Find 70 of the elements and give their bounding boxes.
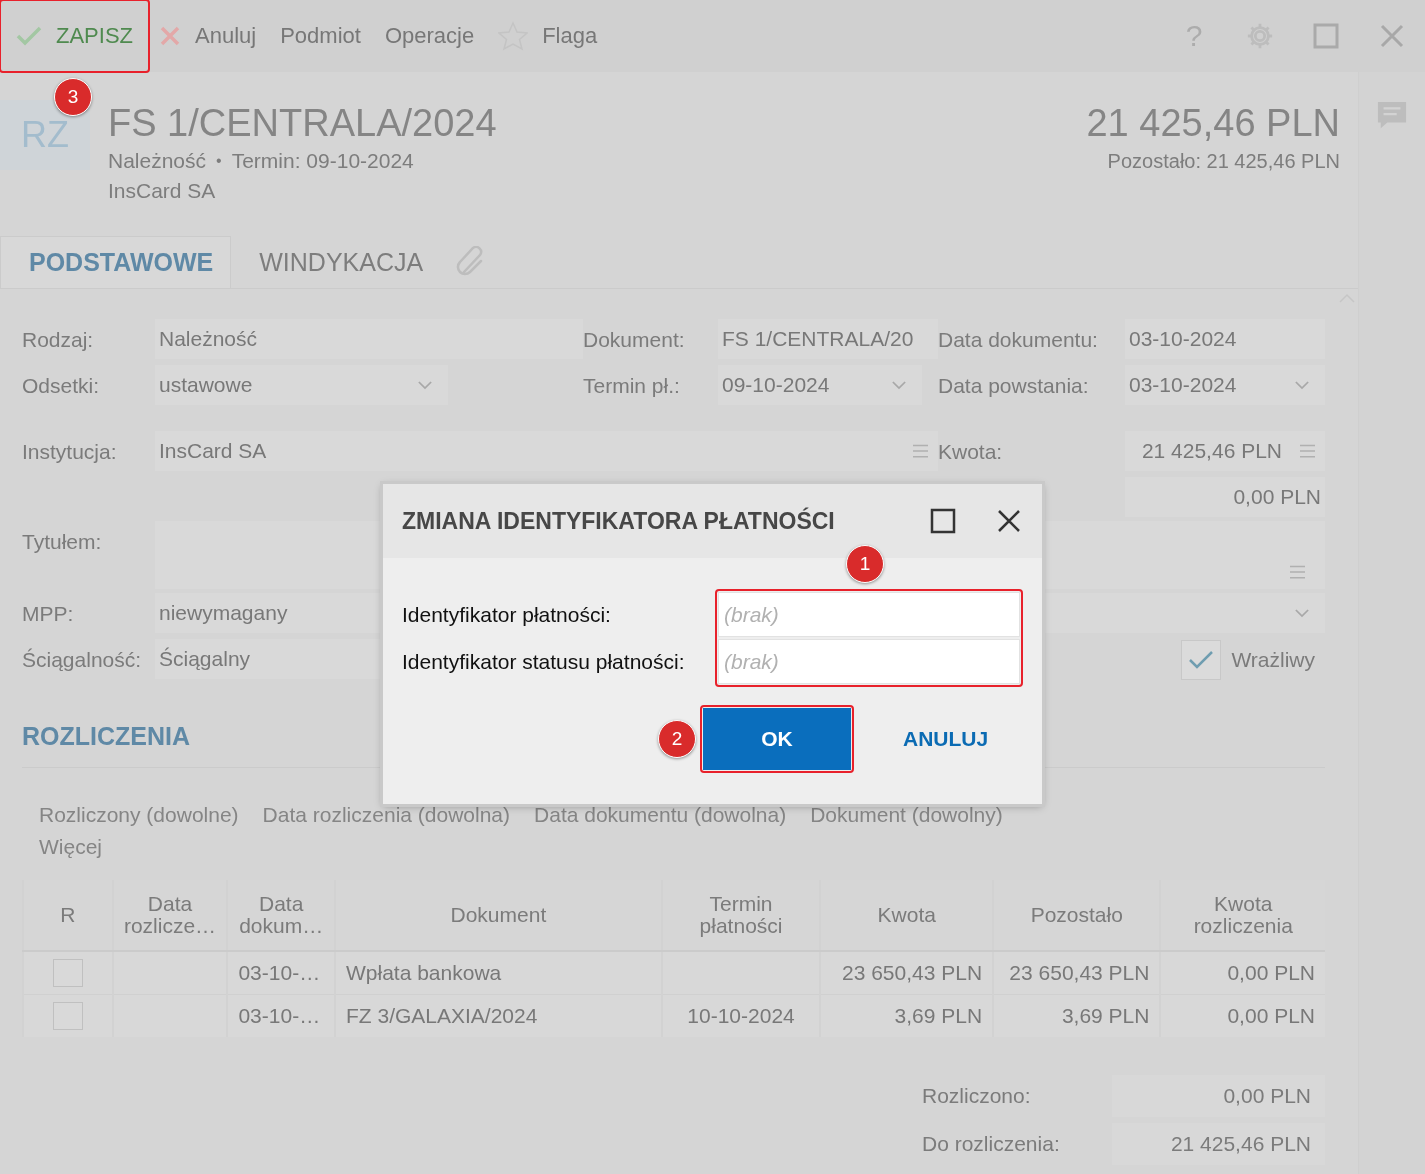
filter-link[interactable]: Data rozliczenia (dowolna): [262, 800, 511, 830]
text-field[interactable]: 03-10-2024: [1125, 319, 1325, 359]
checkbox-label: Wrażliwy: [1231, 648, 1315, 672]
toolbar-button[interactable]: Podmiot: [268, 2, 373, 70]
summary-label: Do rozliczenia:: [922, 1131, 1061, 1157]
check-icon: [1188, 650, 1215, 670]
table-cell: 23 650,43 PLN: [820, 951, 994, 995]
callout-badge: 2: [658, 720, 696, 758]
filter-link[interactable]: Dokument (dowolny): [810, 800, 1003, 830]
cancel-button[interactable]: Anuluj: [147, 2, 269, 70]
text-field[interactable]: Należność: [155, 319, 583, 359]
dropdown-field[interactable]: 09-10-2024: [718, 365, 922, 405]
menu-icon: [1290, 565, 1305, 579]
total-amount: 21 425,46 PLN: [1086, 101, 1340, 146]
chevron-down-icon: [892, 380, 906, 390]
dropdown-field[interactable]: ustawowe: [155, 365, 448, 405]
field-label: Tytułem:: [22, 529, 103, 555]
checkbox[interactable]: [52, 959, 83, 987]
table-cell: 0,00 PLN: [1160, 951, 1325, 995]
text-field[interactable]: FS 1/CENTRALA/20: [718, 319, 938, 359]
field-label: Data powstania:: [938, 373, 1090, 399]
field-label: Identyfikator płatności:: [402, 601, 612, 628]
summary-label: Rozliczono:: [922, 1083, 1032, 1109]
toolbar-button[interactable]: Operacje: [372, 2, 487, 70]
field-label: Rodzaj:: [22, 327, 95, 353]
table-cell: Wpłata bankowa: [334, 951, 662, 995]
table-cell: 23 650,43 PLN: [993, 951, 1161, 995]
document-kind: Należność: [108, 148, 207, 174]
dialog-title: ZMIANA IDENTYFIKATORA PŁATNOŚCI: [402, 507, 836, 535]
menu-icon: [913, 444, 928, 458]
checkbox[interactable]: [1181, 640, 1222, 680]
chevron-down-icon: [418, 380, 432, 390]
save-button[interactable]: ZAPISZ: [2, 2, 147, 70]
amount-field[interactable]: 0,00 PLN: [1125, 477, 1325, 517]
checkbox[interactable]: [52, 1002, 83, 1030]
check-icon: [16, 26, 42, 46]
lookup-field[interactable]: 21 425,46 PLN: [1125, 431, 1325, 471]
ok-button[interactable]: OK: [703, 708, 851, 770]
toolbar-button[interactable]: Flaga: [486, 2, 610, 70]
field-label: Termin pł.:: [583, 373, 681, 399]
help-button[interactable]: ?: [1161, 0, 1227, 72]
input-field[interactable]: (brak): [718, 592, 1020, 637]
close-icon[interactable]: [997, 509, 1021, 533]
filter-link[interactable]: Rozliczony (dowolne): [39, 800, 239, 830]
field-label: Dokument:: [583, 327, 686, 353]
field-label: MPP:: [22, 601, 75, 627]
separator-dot: •: [216, 151, 222, 171]
dropdown-field[interactable]: 03-10-2024: [1125, 365, 1325, 405]
input-field[interactable]: (brak): [718, 639, 1020, 684]
field-label: Instytucja:: [22, 439, 118, 465]
document-title: FS 1/CENTRALA/2024: [108, 101, 497, 146]
close-icon: [159, 25, 181, 47]
tab[interactable]: PODSTAWOWE: [0, 236, 232, 288]
due-date: Termin: 09-10-2024: [231, 148, 414, 174]
field-label: Ściągalność:: [22, 647, 143, 673]
field-label: Kwota:: [938, 439, 1004, 465]
field-label: Odsetki:: [22, 373, 101, 399]
counterparty-name: InsCard SA: [108, 178, 217, 204]
more-link[interactable]: Więcej: [39, 832, 1119, 862]
menu-icon: [1300, 444, 1315, 458]
maximize-icon[interactable]: [930, 508, 956, 534]
table-cell: 03-10-…: [227, 951, 335, 995]
remaining-amount: Pozostało: 21 425,46 PLN: [1107, 149, 1340, 174]
filter-link[interactable]: Data dokumentu (dowolna): [534, 800, 787, 830]
lookup-field[interactable]: InsCard SA: [155, 431, 938, 471]
chevron-down-icon: [1295, 608, 1309, 618]
tab[interactable]: WINDYKACJA: [231, 236, 443, 288]
cancel-button[interactable]: ANULUJ: [897, 726, 995, 752]
field-label: Data dokumentu:: [938, 327, 1099, 353]
chevron-down-icon: [1295, 380, 1309, 390]
